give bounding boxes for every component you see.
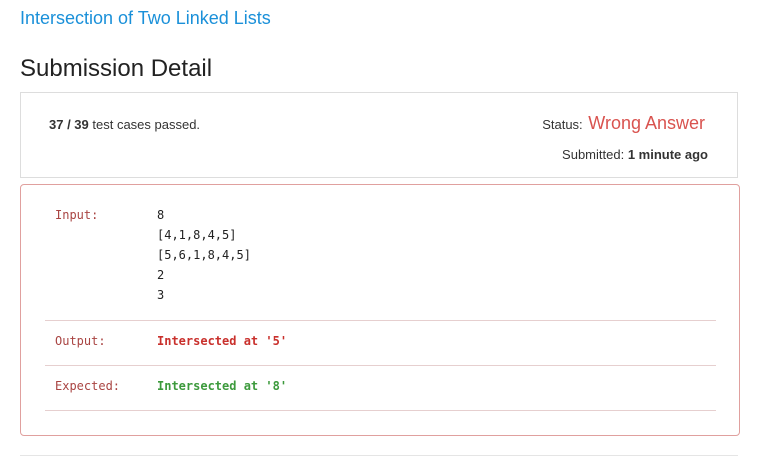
input-line: [4,1,8,4,5] <box>157 228 237 242</box>
submission-page: Intersection of Two Linked Lists Submiss… <box>0 0 757 460</box>
output-label: Output: <box>55 334 106 348</box>
input-lines: 8 [4,1,8,4,5] [5,6,1,8,4,5] 2 3 <box>157 207 251 307</box>
passed-suffix: test cases passed. <box>88 117 201 132</box>
status-label: Status: <box>542 117 587 132</box>
output-row: Output: Intersected at '5' <box>45 321 716 366</box>
submitted-line: Submitted: 1 minute ago <box>562 147 708 162</box>
submission-summary-panel: 37 / 39 test cases passed. Status: Wrong… <box>20 92 738 178</box>
input-line: 8 <box>157 208 165 222</box>
status-line: Status: Wrong Answer <box>542 113 705 134</box>
submitted-label: Submitted: <box>562 147 628 162</box>
passed-count: 37 / 39 <box>49 117 89 132</box>
submitted-time: 1 minute ago <box>627 147 708 162</box>
test-case-count: 37 / 39 test cases passed. <box>49 117 200 132</box>
expected-value: Intersected at '8' <box>157 379 288 393</box>
problem-title-link[interactable]: Intersection of Two Linked Lists <box>20 8 271 29</box>
input-line: 2 <box>157 268 165 282</box>
input-label: Input: <box>55 208 99 222</box>
result-detail-panel: Input: 8 [4,1,8,4,5] [5,6,1,8,4,5] 2 3 O… <box>20 184 740 436</box>
output-value: Intersected at '5' <box>157 334 288 348</box>
bottom-divider <box>20 455 738 456</box>
page-title: Submission Detail <box>20 55 213 82</box>
input-row: Input: 8 [4,1,8,4,5] [5,6,1,8,4,5] 2 3 <box>45 185 716 321</box>
expected-label: Expected: <box>55 379 121 393</box>
status-badge: Wrong Answer <box>588 113 705 133</box>
expected-row: Expected: Intersected at '8' <box>45 366 716 411</box>
input-line: 3 <box>157 288 165 302</box>
input-line: [5,6,1,8,4,5] <box>157 248 251 262</box>
